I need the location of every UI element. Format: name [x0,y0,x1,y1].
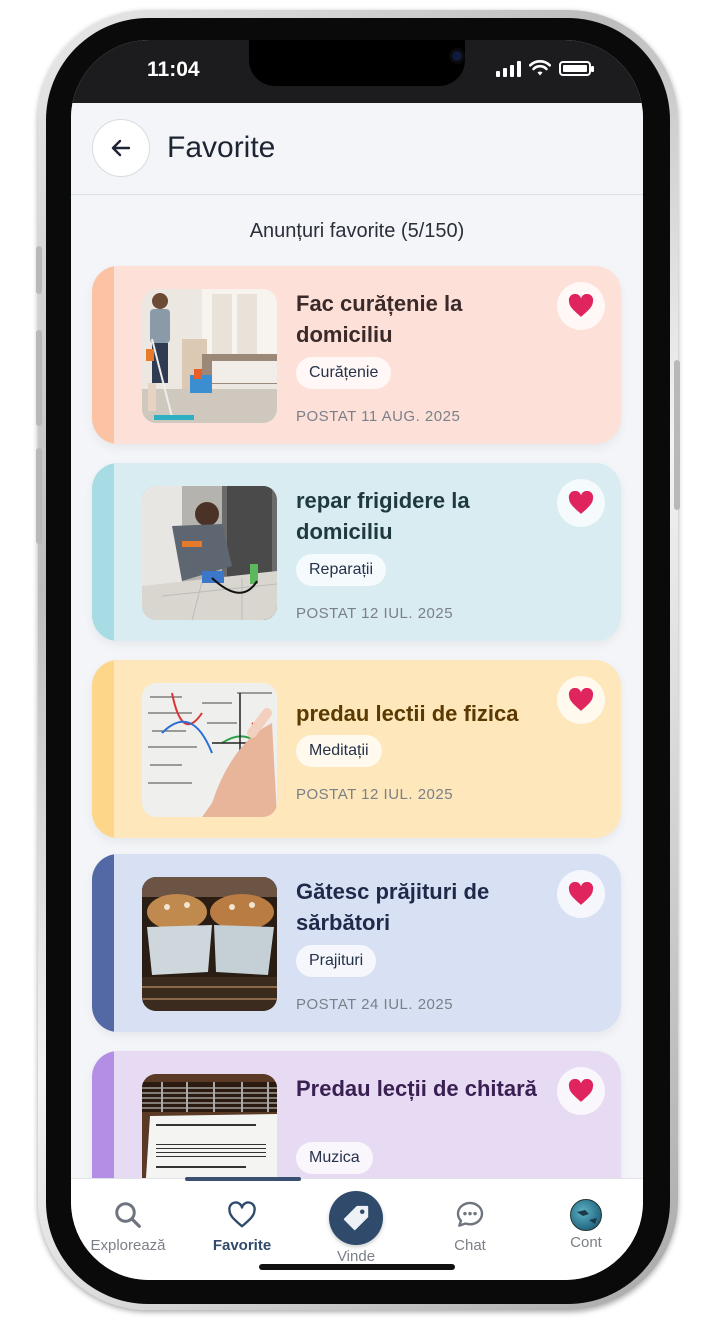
posted-date: POSTAT 12 IUL. 2025 [296,786,454,803]
page-title: Favorite [167,131,276,164]
category-tag: Meditații [296,735,382,767]
wifi-icon [529,60,551,76]
dynamic-island [249,40,465,86]
status-icons [496,60,594,77]
camera-icon [449,48,465,64]
favorite-button[interactable] [557,282,605,330]
nav-label: Cont [570,1234,602,1251]
card-stripe [92,660,114,838]
app-header: Favorite [71,103,643,195]
heart-filled-icon [568,688,594,711]
nav-label: Explorează [90,1237,166,1254]
status-time: 11:04 [147,58,200,81]
posted-date: POSTAT 24 IUL. 2025 [296,996,454,1013]
status-bar: 11:04 [71,40,643,103]
listing-title[interactable]: predau lectii de fizica [296,698,558,729]
volume-down-button [36,448,42,544]
nav-chat[interactable]: Chat [413,1179,527,1269]
tag-icon [329,1191,383,1245]
category-tag: Curățenie [296,357,392,389]
listing-card-pastries[interactable]: Gătesc prăjituri de sărbători Prajituri … [92,854,621,1032]
card-stripe [92,463,114,641]
listing-card-fridge-repair[interactable]: repar frigidere la domiciliu Reparații P… [92,463,621,641]
screen: 11:04 Favorite Anunțuri favorite (5/150) [71,40,643,1280]
listing-photo [142,877,277,1011]
side-button [36,246,42,294]
listing-photo [142,486,277,620]
arrow-left-icon [111,139,131,157]
favorites-count: Anunțuri favorite (5/150) [249,220,465,242]
heart-filled-icon [568,882,594,905]
listing-photo [142,683,277,817]
nav-label: Vinde [336,1248,376,1265]
listing-title[interactable]: Fac curățenie la domiciliu [296,288,558,350]
signal-icon [496,60,521,77]
heart-outline-icon [226,1199,258,1231]
listing-title[interactable]: Gătesc prăjituri de sărbători [296,876,558,938]
listing-photo [142,289,277,423]
favorite-button[interactable] [557,479,605,527]
nav-favorites[interactable]: Favorite [185,1179,299,1269]
posted-date: POSTAT 12 IUL. 2025 [296,605,454,622]
volume-up-button [36,330,42,426]
favorite-button[interactable] [557,870,605,918]
search-icon [112,1199,144,1231]
nav-sell[interactable]: Vinde [299,1179,413,1269]
power-button [674,360,680,510]
category-tag: Muzica [296,1142,373,1174]
heart-filled-icon [568,491,594,514]
category-tag: Reparații [296,554,387,586]
battery-icon [559,61,594,76]
nav-label: Favorite [212,1237,272,1254]
posted-date: POSTAT 11 AUG. 2025 [296,408,461,425]
nav-account[interactable]: Cont [529,1179,643,1269]
listing-title[interactable]: repar frigidere la domiciliu [296,485,558,547]
heart-filled-icon [568,294,594,317]
chat-bubble-icon [454,1199,486,1231]
favorite-button[interactable] [557,1067,605,1115]
nav-explore[interactable]: Explorează [71,1179,185,1269]
nav-label: Chat [454,1237,486,1254]
listing-card-physics-lessons[interactable]: predau lectii de fizica Meditații POSTAT… [92,660,621,838]
favorite-button[interactable] [557,676,605,724]
card-stripe [92,854,114,1032]
card-stripe [92,266,114,444]
back-button[interactable] [92,119,150,177]
home-indicator [259,1264,455,1270]
avatar-icon [570,1199,602,1231]
category-tag: Prajituri [296,945,377,977]
heart-filled-icon [568,1079,594,1102]
listing-title[interactable]: Predau lecții de chitară [296,1073,558,1104]
listing-card-cleaning[interactable]: Fac curățenie la domiciliu Curățenie POS… [92,266,621,444]
